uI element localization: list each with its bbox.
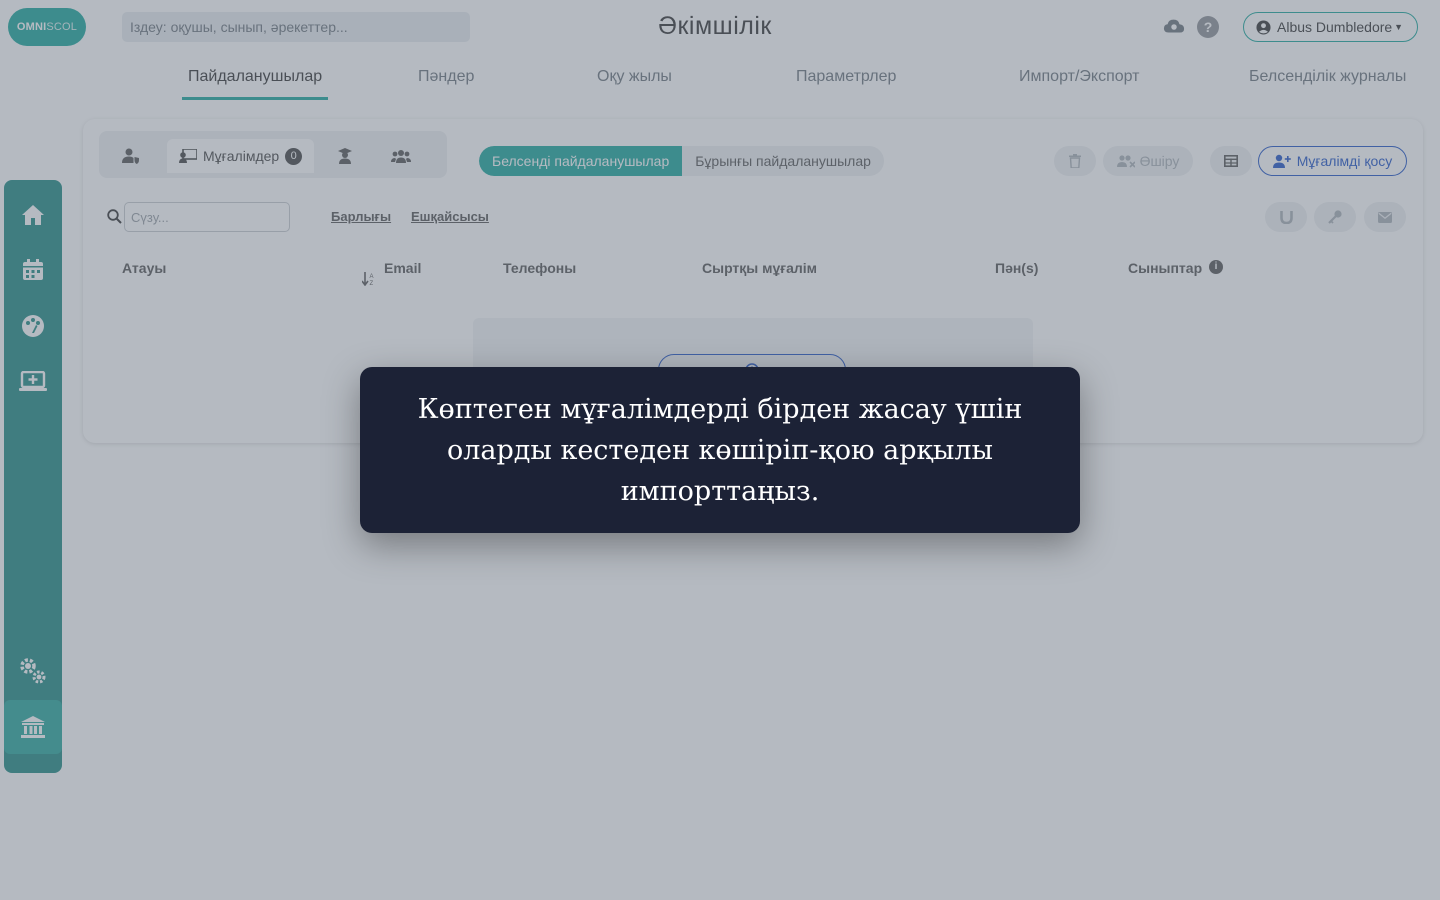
onboarding-tooltip: Көптеген мұғалімдерді бірден жасау үшін … xyxy=(360,367,1080,533)
tooltip-text: Көптеген мұғалімдерді бірден жасау үшін … xyxy=(417,393,1023,507)
